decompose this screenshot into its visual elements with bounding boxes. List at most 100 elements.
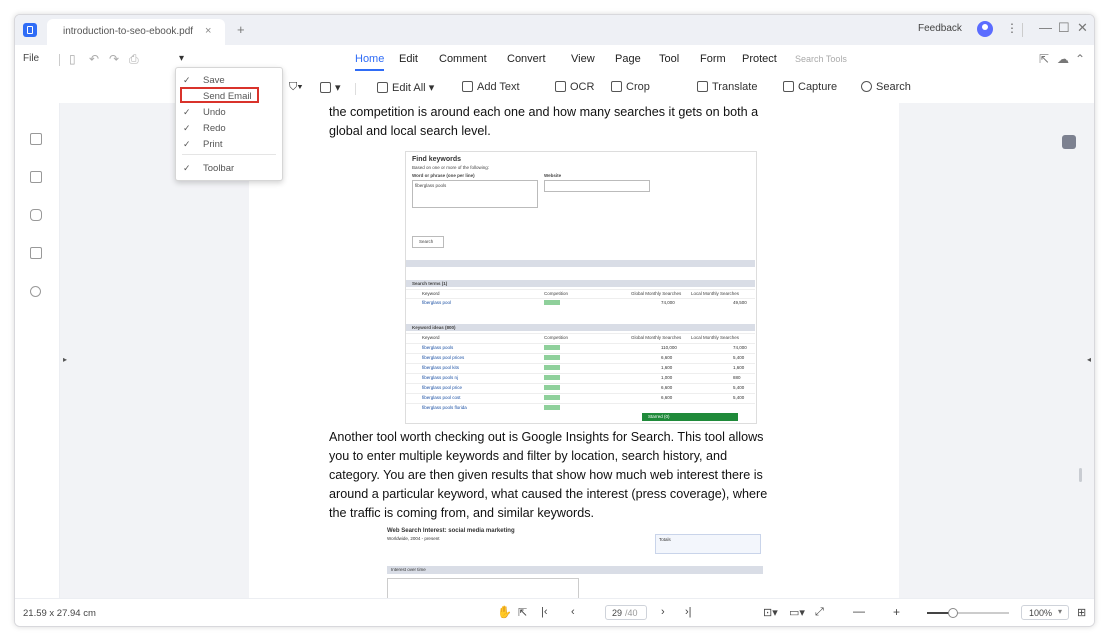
text-icon [462, 81, 473, 92]
expand-right-icon[interactable]: ◂ [1087, 355, 1091, 364]
quick-access-menu: ✓ Save Send Email ✓ Undo ✓ Redo ✓ Print ✓ Toolbar [175, 67, 283, 181]
print-icon[interactable]: ⎙ [129, 52, 139, 67]
figure-row: Keyword Competition Global Monthly Searc… [406, 333, 755, 342]
competition-bar [544, 345, 560, 350]
figure-text: Local Monthly Searches [691, 335, 740, 340]
tab-protect[interactable]: Protect [742, 53, 777, 65]
minimize-button[interactable]: — [1039, 20, 1052, 35]
fit-page-icon[interactable]: ⊞ [1077, 606, 1086, 619]
figure-text: 1,600 [733, 365, 745, 370]
figure-text: Starred (0) [648, 414, 670, 419]
zoom-slider-handle[interactable] [948, 608, 958, 618]
highlight-tool-icon[interactable]: ⛉▾ [289, 81, 303, 94]
collapse-ribbon-icon[interactable]: ⌃ [1075, 52, 1085, 66]
send-email-highlight [180, 87, 259, 103]
zoom-in-icon[interactable]: + [893, 605, 900, 619]
ocr-icon [555, 81, 566, 92]
tab-tool[interactable]: Tool [659, 53, 679, 65]
figure-textbox: fiberglass pools [412, 180, 538, 208]
figure-text: Keyword [422, 291, 440, 296]
current-page: 29 [612, 608, 623, 618]
menu-item-label: Undo [203, 107, 226, 118]
tab-page[interactable]: Page [615, 53, 641, 65]
figure-text: Totals [659, 537, 671, 542]
document-tab[interactable]: introduction-to-seo-ebook.pdf × [47, 19, 225, 45]
previous-page-icon[interactable]: ‹ [571, 606, 575, 618]
figure-text: 110,000 [661, 345, 677, 350]
ai-assistant-icon[interactable] [1062, 135, 1076, 149]
page-number-input[interactable]: 29 /40 [605, 605, 647, 620]
figure-row: fiberglass pools florida [406, 403, 755, 412]
zoom-out-icon[interactable]: — [853, 604, 865, 618]
avatar[interactable] [977, 21, 993, 37]
search-tools-input[interactable]: Search Tools [795, 54, 847, 64]
menu-item-print[interactable]: ✓ Print [176, 136, 282, 152]
tab-home[interactable]: Home [355, 53, 385, 71]
menu-item-toolbar[interactable]: ✓ Toolbar [176, 160, 282, 176]
starred-badge: Starred (0) [642, 413, 738, 421]
cloud-icon[interactable]: ☁ [1057, 52, 1069, 66]
figure-text: fiberglass pools [415, 183, 447, 188]
crop-icon [611, 81, 622, 92]
fullscreen-icon[interactable]: ⤢ [815, 606, 824, 619]
tab-view[interactable]: View [571, 53, 595, 65]
figure-textbox [544, 180, 650, 192]
first-page-icon[interactable]: |‹ [541, 606, 548, 618]
figure-text: 1,000 [661, 375, 673, 380]
tab-edit[interactable]: Edit [399, 53, 418, 65]
search-icon[interactable] [30, 286, 41, 297]
tab-close-icon[interactable]: × [205, 25, 211, 37]
bookmark-icon[interactable] [30, 171, 42, 183]
add-text-button[interactable]: Add Text [462, 81, 520, 93]
quick-access-dropdown-icon[interactable]: ▾ [179, 53, 184, 64]
search-button[interactable]: Search [861, 81, 911, 93]
expand-left-icon[interactable]: ▸ [63, 355, 67, 364]
last-page-icon[interactable]: ›| [685, 606, 692, 618]
save-icon[interactable]: ▯ [69, 52, 76, 66]
tab-convert[interactable]: Convert [507, 53, 546, 65]
menu-item-redo[interactable]: ✓ Redo [176, 120, 282, 136]
crop-button[interactable]: Crop [611, 81, 650, 93]
figure-text: 5,400 [733, 355, 745, 360]
capture-button[interactable]: Capture [783, 81, 837, 93]
comment-icon[interactable] [30, 209, 42, 221]
figure-text: Competition [544, 335, 569, 340]
more-options-icon[interactable]: ⋮ [1006, 21, 1018, 35]
paragraph: the competition is around each one and h… [329, 103, 829, 141]
select-tool-icon[interactable]: ⇱ [518, 606, 527, 619]
figure-text: 5,400 [733, 395, 745, 400]
next-page-icon[interactable]: › [661, 606, 665, 618]
file-menu[interactable]: File [23, 53, 39, 64]
text-line: around a particular keyword, what caused… [329, 487, 768, 501]
new-tab-icon[interactable]: + [237, 22, 245, 37]
menu-item-undo[interactable]: ✓ Undo [176, 104, 282, 120]
tab-form[interactable]: Form [700, 53, 726, 65]
competition-bar [544, 385, 560, 390]
ocr-button[interactable]: OCR [555, 81, 594, 93]
scrollbar[interactable] [1079, 468, 1082, 482]
attachment-icon[interactable] [30, 247, 42, 259]
share-icon[interactable]: ⇱ [1039, 52, 1049, 66]
page-layout-icon[interactable]: ▭▾ [789, 606, 805, 619]
checkmark-icon: ✓ [183, 163, 191, 173]
thumbnails-icon[interactable] [30, 133, 42, 145]
translate-button[interactable]: Translate [697, 81, 757, 93]
maximize-button[interactable]: ☐ [1058, 20, 1070, 36]
figure-text: fiberglass pool prices [422, 355, 465, 360]
close-window-button[interactable]: ✕ [1077, 20, 1088, 36]
figure-bar: Search terms (1) [406, 280, 755, 287]
redo-icon[interactable]: ↷ [109, 52, 119, 66]
figure-text: 880 [733, 375, 741, 380]
shape-tool-icon[interactable]: ▾ [320, 81, 341, 94]
text-line: the traffic is coming from, and similar … [329, 506, 595, 520]
feedback-button[interactable]: Feedback [918, 23, 962, 34]
zoom-level-select[interactable]: 100% ▾ [1021, 605, 1069, 620]
ocr-label: OCR [570, 81, 595, 93]
figure-text: fiberglass pools florida [422, 405, 467, 410]
edit-all-button[interactable]: Edit All ▾ [377, 81, 434, 94]
fit-width-icon[interactable]: ⊡▾ [763, 606, 778, 619]
menu-item-save[interactable]: ✓ Save [176, 72, 282, 88]
undo-icon[interactable]: ↶ [89, 52, 99, 66]
tab-comment[interactable]: Comment [439, 53, 487, 65]
hand-tool-icon[interactable]: ✋ [497, 605, 512, 619]
